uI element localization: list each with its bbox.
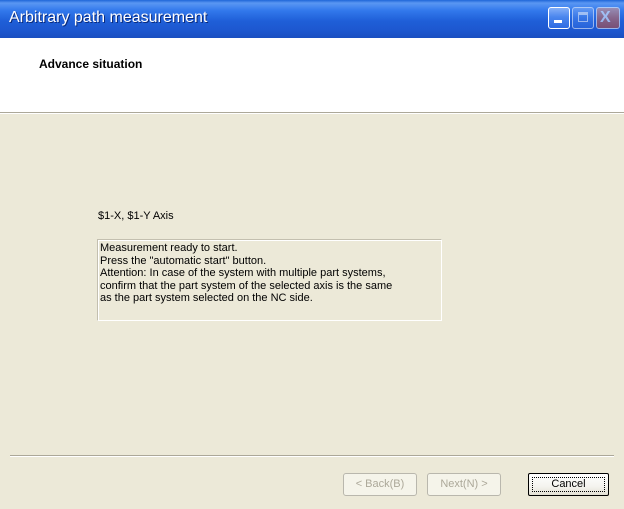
close-icon: X [600, 9, 611, 26]
message-line: confirm that the part system of the sele… [100, 279, 393, 292]
wizard-dialog: Arbitrary path measurement X Advance sit… [0, 0, 624, 509]
minimize-icon [554, 20, 562, 23]
next-button: Next(N) > [427, 473, 501, 496]
maximize-button [572, 7, 594, 29]
wizard-header: Advance situation [0, 38, 624, 112]
axis-label: $1-X, $1-Y Axis [98, 210, 174, 222]
message-box: Measurement ready to start. Press the "a… [97, 239, 442, 321]
window-title: Arbitrary path measurement [9, 9, 208, 26]
title-bar[interactable]: Arbitrary path measurement X [0, 0, 624, 38]
header-divider [0, 112, 624, 114]
message-line: as the part system selected on the NC si… [100, 292, 313, 305]
footer-divider [10, 455, 614, 457]
maximize-icon [578, 12, 588, 22]
minimize-button[interactable] [548, 7, 570, 29]
message-line: Measurement ready to start. [100, 242, 238, 254]
cancel-button-label: Cancel [551, 478, 586, 490]
cancel-button[interactable]: Cancel [528, 473, 609, 496]
back-button: < Back(B) [343, 473, 417, 496]
page-title: Advance situation [39, 57, 143, 71]
close-button: X [596, 7, 620, 29]
message-line: Press the "automatic start" button. [100, 254, 267, 267]
message-line: Attention: In case of the system with mu… [100, 267, 386, 280]
